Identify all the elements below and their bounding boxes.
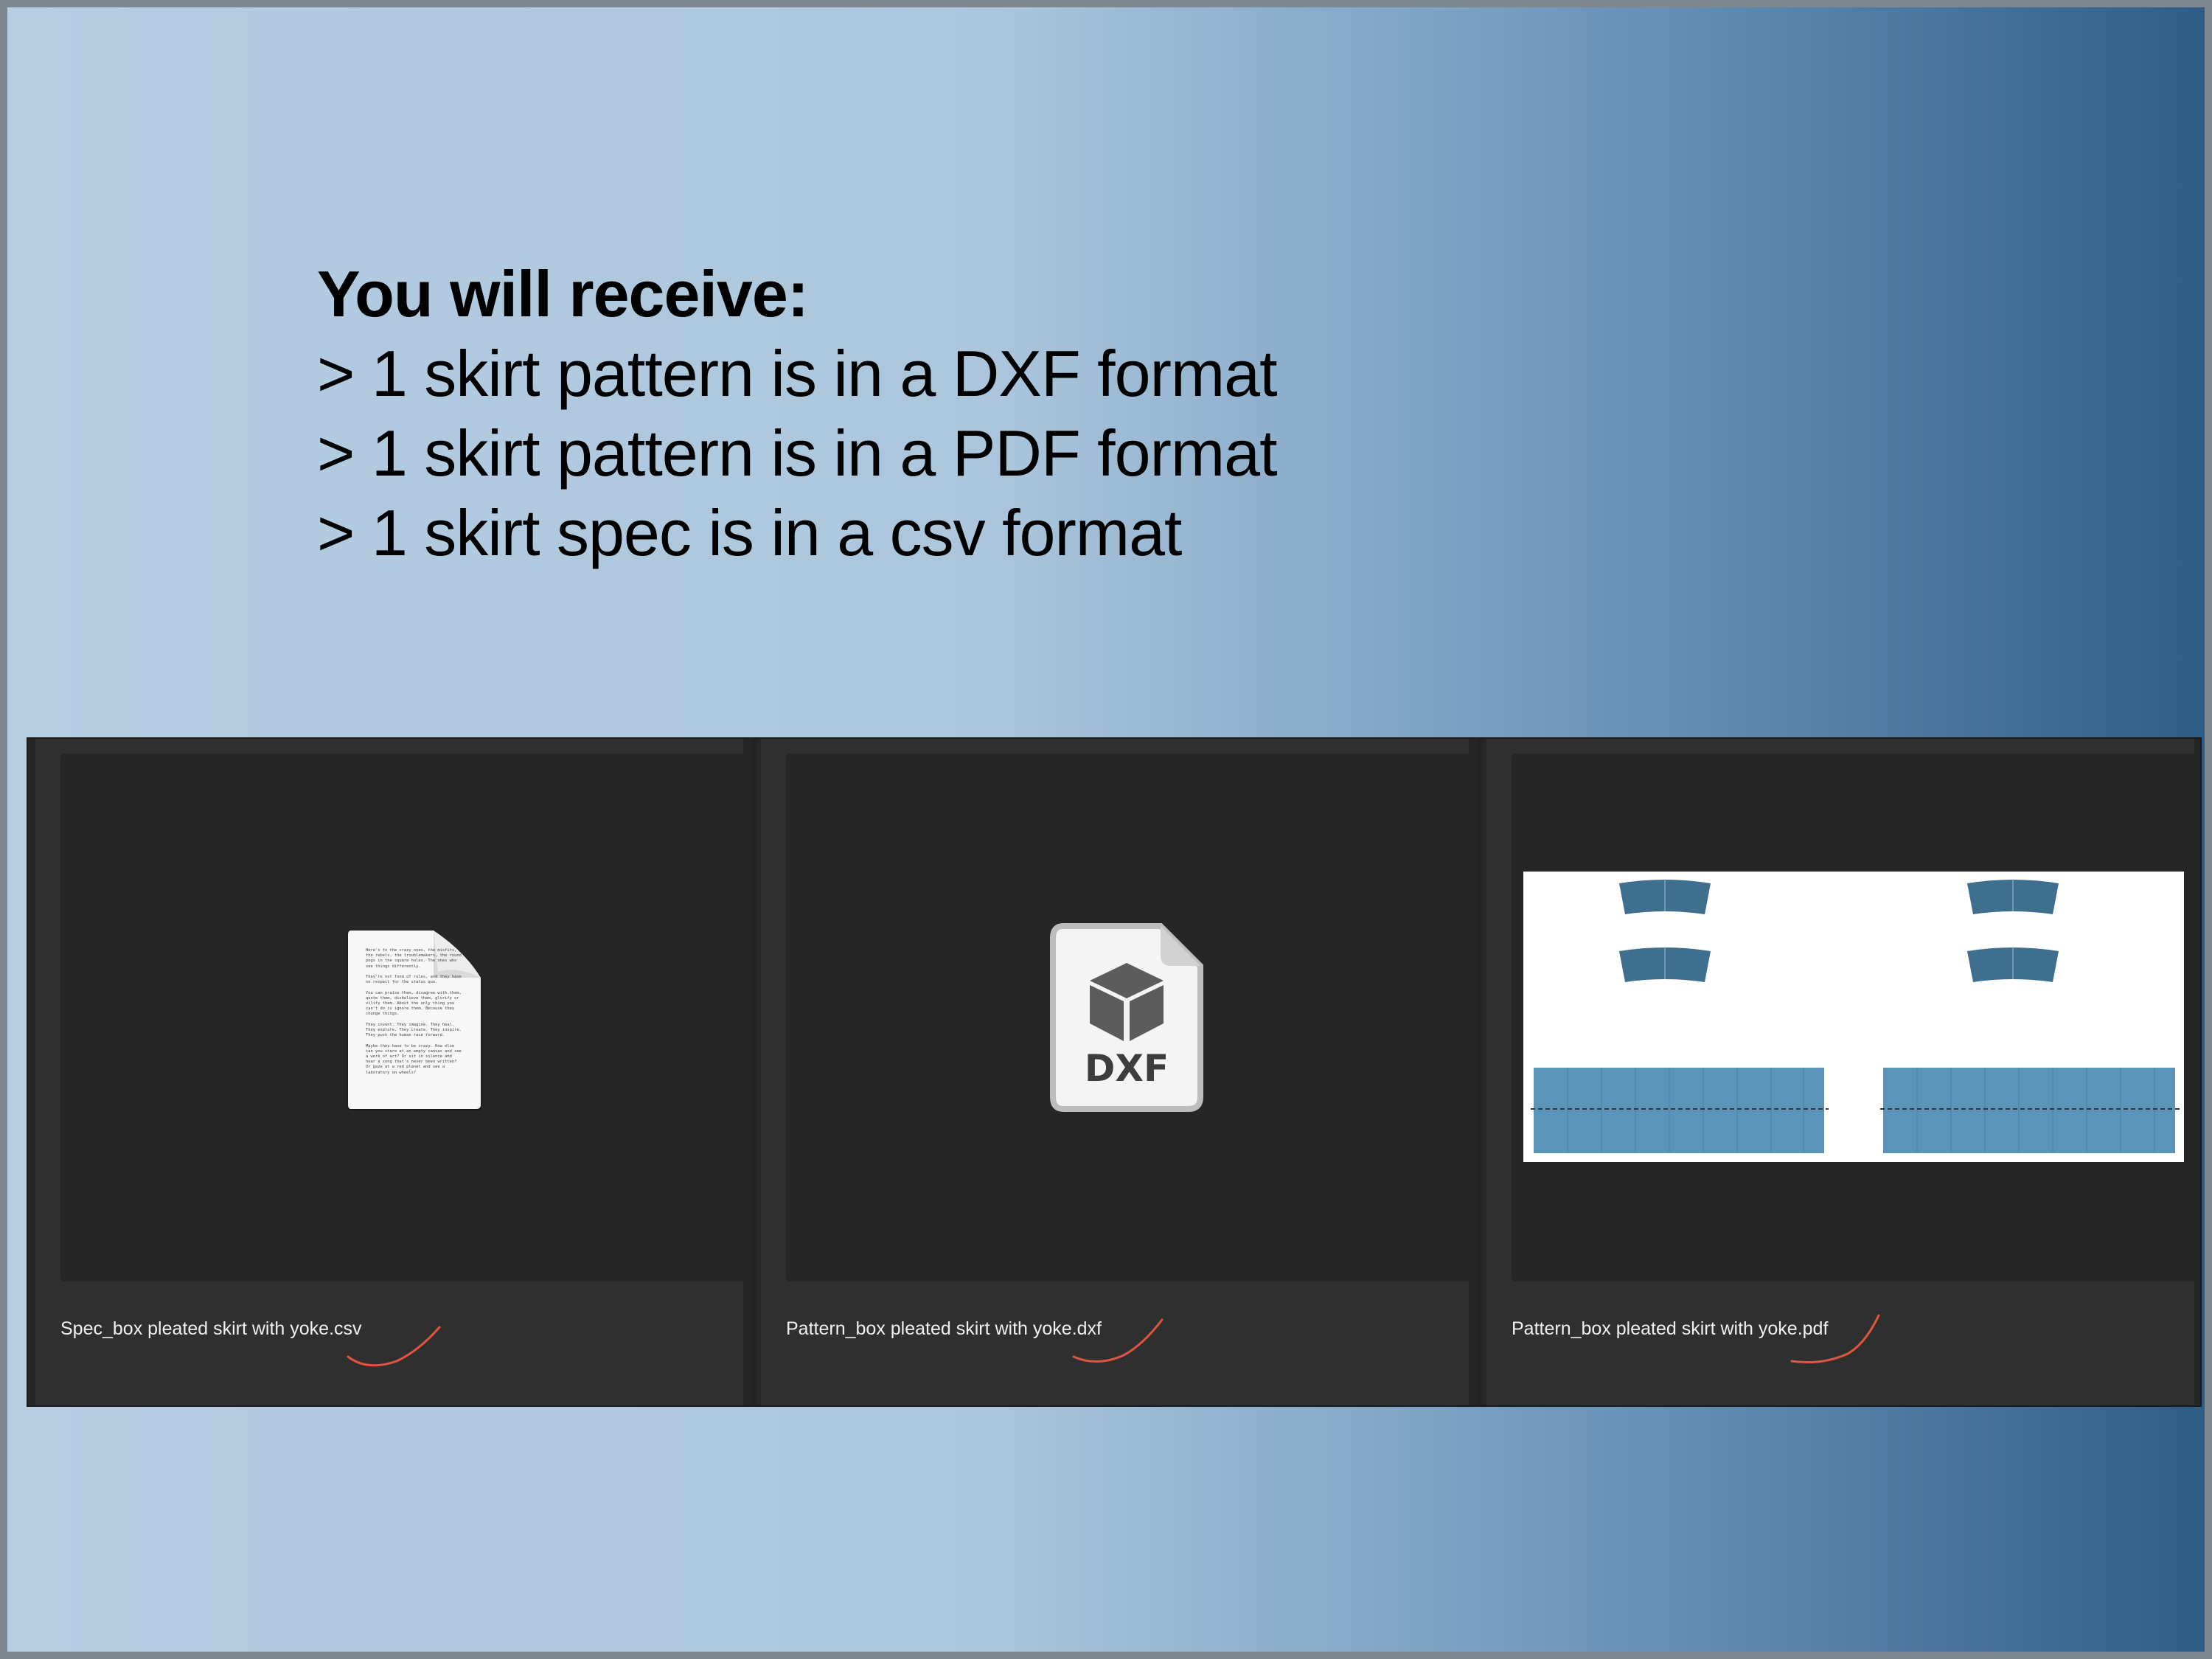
file-preview-csv[interactable]: Here's to the crazy ones, the misfits, t… <box>60 754 745 1281</box>
cell-divider <box>1478 739 1482 1405</box>
pdf-pattern-thumbnail <box>1523 872 2184 1162</box>
file-item-csv[interactable]: Here's to the crazy ones, the misfits, t… <box>35 739 745 1405</box>
file-name-pdf[interactable]: Pattern_box pleated skirt with yoke.pdf <box>1512 1318 1828 1340</box>
intro-line-pdf: > 1 skirt pattern is in a PDF format <box>317 417 1278 490</box>
red-scribble-mark <box>347 1326 441 1367</box>
red-scribble-mark <box>1072 1318 1164 1363</box>
cell-divider <box>752 739 757 1405</box>
document-preview-text: Here's to the crazy ones, the misfits, t… <box>366 948 462 1075</box>
file-name-csv[interactable]: Spec_box pleated skirt with yoke.csv <box>60 1318 362 1340</box>
file-item-dxf[interactable]: DXF Pattern_box pleated skirt with yoke.… <box>761 739 1470 1405</box>
file-preview-pdf[interactable] <box>1512 754 2196 1281</box>
intro-line-dxf: > 1 skirt pattern is in a DXF format <box>317 337 1278 410</box>
intro-title: You will receive: <box>317 257 809 330</box>
file-browser-gallery: Here's to the crazy ones, the misfits, t… <box>27 737 2202 1407</box>
red-scribble-mark <box>1790 1314 1880 1364</box>
intro-line-csv: > 1 skirt spec is in a csv format <box>317 496 1182 569</box>
file-item-pdf[interactable]: Pattern_box pleated skirt with yoke.pdf <box>1486 739 2196 1405</box>
intro-text-block: You will receive: > 1 skirt pattern is i… <box>317 254 1278 573</box>
file-preview-dxf[interactable]: DXF <box>786 754 1470 1281</box>
dxf-icon-label: DXF <box>1084 1047 1169 1090</box>
promo-canvas: You will receive: > 1 skirt pattern is i… <box>7 7 2205 1652</box>
file-name-dxf[interactable]: Pattern_box pleated skirt with yoke.dxf <box>786 1318 1102 1340</box>
